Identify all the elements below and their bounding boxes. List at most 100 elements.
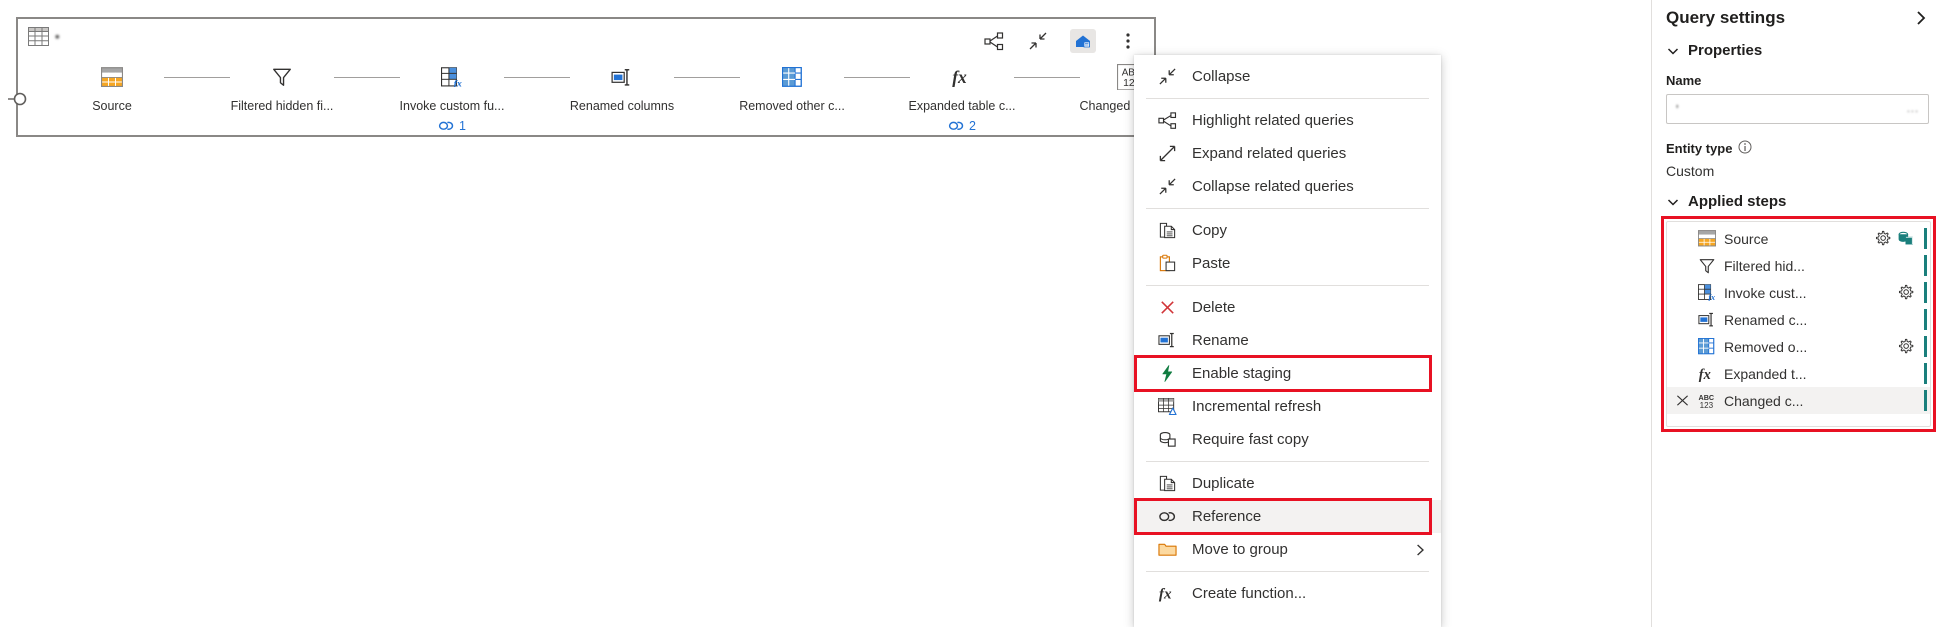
- applied-step-actions: [1897, 284, 1924, 301]
- menu-item-highlight-related-queries[interactable]: Highlight related queries: [1134, 104, 1441, 137]
- menu-item-collapse-related-queries[interactable]: Collapse related queries: [1134, 170, 1441, 203]
- menu-item-label: Duplicate: [1192, 475, 1255, 492]
- collapse-icon[interactable]: [1026, 29, 1050, 53]
- name-field-label: Name: [1666, 73, 1702, 88]
- properties-section-header[interactable]: Properties: [1666, 42, 1929, 59]
- remove-columns-icon: [1698, 338, 1715, 355]
- menu-item-copy[interactable]: Copy: [1134, 214, 1441, 247]
- menu-item-label: Move to group: [1192, 541, 1288, 558]
- related-queries-badge[interactable]: 2: [948, 119, 976, 133]
- collapse-icon: [1158, 67, 1177, 86]
- home-icon[interactable]: [1070, 29, 1096, 53]
- diagram-step[interactable]: Source: [60, 61, 164, 113]
- invoke-function-icon: fx: [441, 67, 463, 87]
- gear-icon[interactable]: [1897, 284, 1914, 301]
- menu-item-paste[interactable]: Paste: [1134, 247, 1441, 280]
- gear-icon[interactable]: [1874, 230, 1891, 247]
- related-queries-count: 2: [969, 119, 976, 133]
- reference-icon: [1158, 509, 1177, 524]
- menu-item-icon-wrap: [1156, 253, 1178, 275]
- diagram-step[interactable]: Removed other c...: [739, 61, 845, 113]
- menu-item-enable-staging[interactable]: Enable staging: [1134, 357, 1441, 390]
- applied-step-row[interactable]: Removed o...: [1667, 333, 1930, 360]
- highlight-related-queries-icon[interactable]: [982, 29, 1006, 53]
- applied-step-row[interactable]: Source: [1667, 225, 1930, 252]
- info-icon[interactable]: [1738, 140, 1752, 157]
- menu-separator: [1146, 208, 1429, 209]
- delete-x-icon: [1158, 298, 1177, 317]
- diagram-step[interactable]: fx Invoke custom fu... 1: [400, 61, 504, 133]
- applied-step-row[interactable]: fx Invoke cust...: [1667, 279, 1930, 306]
- chevron-right-icon[interactable]: [1913, 10, 1929, 26]
- menu-item-require-fast-copy[interactable]: Require fast copy: [1134, 423, 1441, 456]
- name-input[interactable]: ' ...: [1666, 94, 1929, 124]
- step-indicator-bar: [1924, 228, 1927, 249]
- applied-step-row[interactable]: fx Expanded t...: [1667, 360, 1930, 387]
- menu-item-label: Require fast copy: [1192, 431, 1309, 448]
- step-indicator-bar: [1924, 390, 1927, 411]
- diagram-step-label: Renamed columns: [569, 99, 675, 113]
- applied-steps-section-header[interactable]: Applied steps: [1666, 193, 1929, 210]
- svg-text:fx: fx: [1158, 586, 1171, 603]
- database-icon[interactable]: [1897, 230, 1914, 247]
- diagram-step-label: Source: [92, 99, 132, 113]
- menu-item-rename[interactable]: Rename: [1134, 324, 1441, 357]
- applied-step-actions: [1897, 338, 1924, 355]
- menu-item-label: Reference: [1192, 508, 1262, 525]
- close-x-icon: [1674, 392, 1691, 409]
- step-indicator-bar: [1924, 336, 1927, 357]
- menu-item-icon-wrap: [1156, 220, 1178, 242]
- entity-type-label: Entity type: [1666, 141, 1733, 156]
- delete-step-icon[interactable]: [1674, 392, 1690, 408]
- diagram-query-name: •: [55, 29, 60, 44]
- step-connector-line: [1014, 77, 1080, 78]
- menu-item-label: Rename: [1192, 332, 1249, 349]
- menu-item-incremental-refresh[interactable]: Incremental refresh: [1134, 390, 1441, 423]
- menu-separator: [1146, 285, 1429, 286]
- menu-item-delete[interactable]: Delete: [1134, 291, 1441, 324]
- svg-text:fx: fx: [454, 78, 462, 87]
- step-indicator-bar: [1924, 282, 1927, 303]
- duplicate-icon: [1158, 474, 1177, 493]
- diagram-step[interactable]: fx Expanded table c... 2: [908, 61, 1016, 133]
- app-root: • Source Filtered hidden fi... fx Invoke…: [0, 0, 1943, 627]
- menu-item-icon-wrap: [1156, 363, 1178, 385]
- diagram-step-icon-wrap: fx: [441, 61, 463, 93]
- menu-item-collapse[interactable]: Collapse: [1134, 60, 1441, 93]
- menu-item-label: Incremental refresh: [1192, 398, 1322, 415]
- applied-step-label: Source: [1724, 230, 1769, 247]
- chevron-down-icon: [1666, 44, 1680, 58]
- applied-step-row[interactable]: Renamed c...: [1667, 306, 1930, 333]
- applied-step-icon-wrap: fx: [1697, 283, 1716, 302]
- diagram-step-label: Expanded table c...: [908, 99, 1016, 113]
- source-table-icon: [1697, 230, 1716, 247]
- menu-item-duplicate[interactable]: Duplicate: [1134, 467, 1441, 500]
- query-settings-header: Query settings: [1666, 0, 1929, 28]
- link-icon: [948, 119, 965, 133]
- expand-related-queries-icon: [1158, 144, 1177, 163]
- more-options-icon[interactable]: [1116, 29, 1140, 53]
- step-connector-line: [334, 77, 400, 78]
- name-input-ellipsis: ...: [1906, 103, 1919, 115]
- gear-icon[interactable]: [1897, 338, 1914, 355]
- menu-item-icon-wrap: [1156, 176, 1178, 198]
- applied-step-row[interactable]: Filtered hid...: [1667, 252, 1930, 279]
- applied-step-label: Expanded t...: [1724, 365, 1807, 382]
- diagram-step[interactable]: Renamed columns: [570, 61, 674, 113]
- menu-item-move-to-group[interactable]: Move to group: [1134, 533, 1441, 566]
- related-queries-badge[interactable]: 1: [438, 119, 466, 133]
- menu-item-icon-wrap: [1156, 429, 1178, 451]
- applied-step-row[interactable]: ABC 123 Changed c...: [1667, 387, 1930, 414]
- menu-item-label: Delete: [1192, 299, 1236, 316]
- chevron-right-small-icon: [1414, 541, 1427, 559]
- menu-item-expand-related-queries[interactable]: Expand related queries: [1134, 137, 1441, 170]
- folder-icon: [1157, 541, 1177, 557]
- diagram-steps-row: Source Filtered hidden fi... fx Invoke c…: [60, 60, 1278, 133]
- diagram-step[interactable]: Filtered hidden fi...: [230, 61, 334, 113]
- diagram-query-header[interactable]: •: [28, 27, 60, 46]
- incremental-refresh-icon: [1157, 397, 1177, 416]
- menu-item-reference[interactable]: Reference: [1134, 500, 1441, 533]
- menu-item-label: Create function...: [1192, 585, 1307, 602]
- menu-item-create-function[interactable]: fx Create function...: [1134, 577, 1441, 610]
- highlight-related-queries-icon: [1157, 111, 1177, 130]
